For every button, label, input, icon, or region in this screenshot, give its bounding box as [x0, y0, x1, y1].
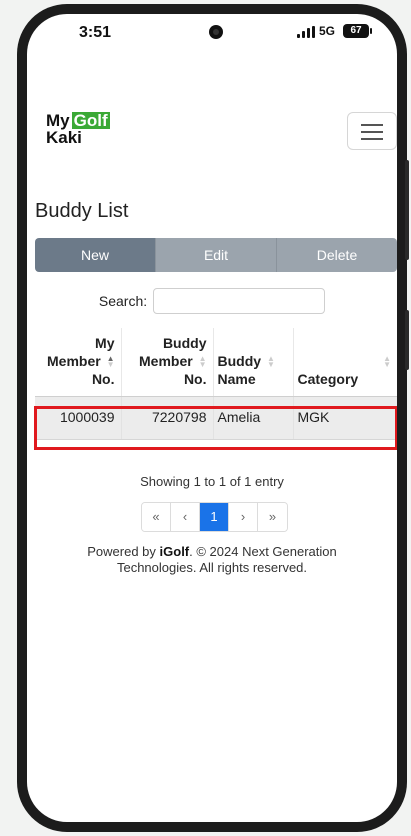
row-highlight-box: [34, 406, 397, 450]
power-button: [405, 310, 409, 370]
pagination: « ‹ 1 › »: [141, 502, 288, 532]
previous-page-button[interactable]: ‹: [171, 503, 200, 531]
first-page-button[interactable]: «: [142, 503, 171, 531]
sort-icon: ▲ ▼: [266, 354, 275, 370]
status-bar: 3:51 5G 67: [27, 14, 397, 54]
clock: 3:51: [79, 24, 112, 41]
app-logo[interactable]: My Golf Kaki: [46, 112, 128, 146]
volume-button: [405, 160, 409, 260]
front-camera-icon: [209, 25, 223, 39]
next-page-button[interactable]: ›: [229, 503, 258, 531]
search-input[interactable]: [153, 288, 326, 314]
column-header-member-no[interactable]: My Member ▲ ▼ No.: [35, 328, 122, 397]
pagination-info: Showing 1 to 1 of 1 entry: [140, 474, 284, 489]
delete-button[interactable]: Delete: [276, 238, 397, 272]
search-row: Search:: [27, 288, 397, 314]
column-header-buddy-name[interactable]: Buddy ▲ ▼ Name: [213, 328, 294, 397]
column-header-buddy-member-no[interactable]: Buddy Member ▲ ▼ No.: [121, 328, 214, 397]
menu-toggle-button[interactable]: [347, 112, 397, 150]
logo-my: My: [46, 111, 70, 130]
page-title: Buddy List: [35, 200, 129, 222]
logo-golf: Golf: [71, 111, 110, 130]
new-button[interactable]: New: [35, 238, 155, 272]
screen: 3:51 5G 67 My Golf Kaki Buddy List New Ed…: [27, 14, 397, 822]
sort-icon: ▲ ▼: [198, 354, 207, 370]
footer-brand-link[interactable]: iGolf: [160, 544, 190, 559]
footer: Powered by iGolf. © 2024 Next Generation…: [87, 544, 337, 575]
sort-icon: ▲ ▼: [383, 354, 391, 370]
action-button-group: New Edit Delete: [35, 238, 397, 272]
column-header-category[interactable]: ▲ ▼ Category: [293, 328, 397, 397]
battery-icon: 67: [343, 24, 372, 38]
logo-kaki: Kaki: [46, 128, 82, 147]
sort-asc-icon: ▲ ▼: [106, 354, 115, 370]
search-label: Search:: [98, 293, 148, 309]
network-type: 5G: [319, 24, 336, 38]
signal-icon: [297, 26, 315, 38]
edit-button[interactable]: Edit: [155, 238, 276, 272]
page-1-button[interactable]: 1: [200, 503, 229, 531]
last-page-button[interactable]: »: [258, 503, 287, 531]
